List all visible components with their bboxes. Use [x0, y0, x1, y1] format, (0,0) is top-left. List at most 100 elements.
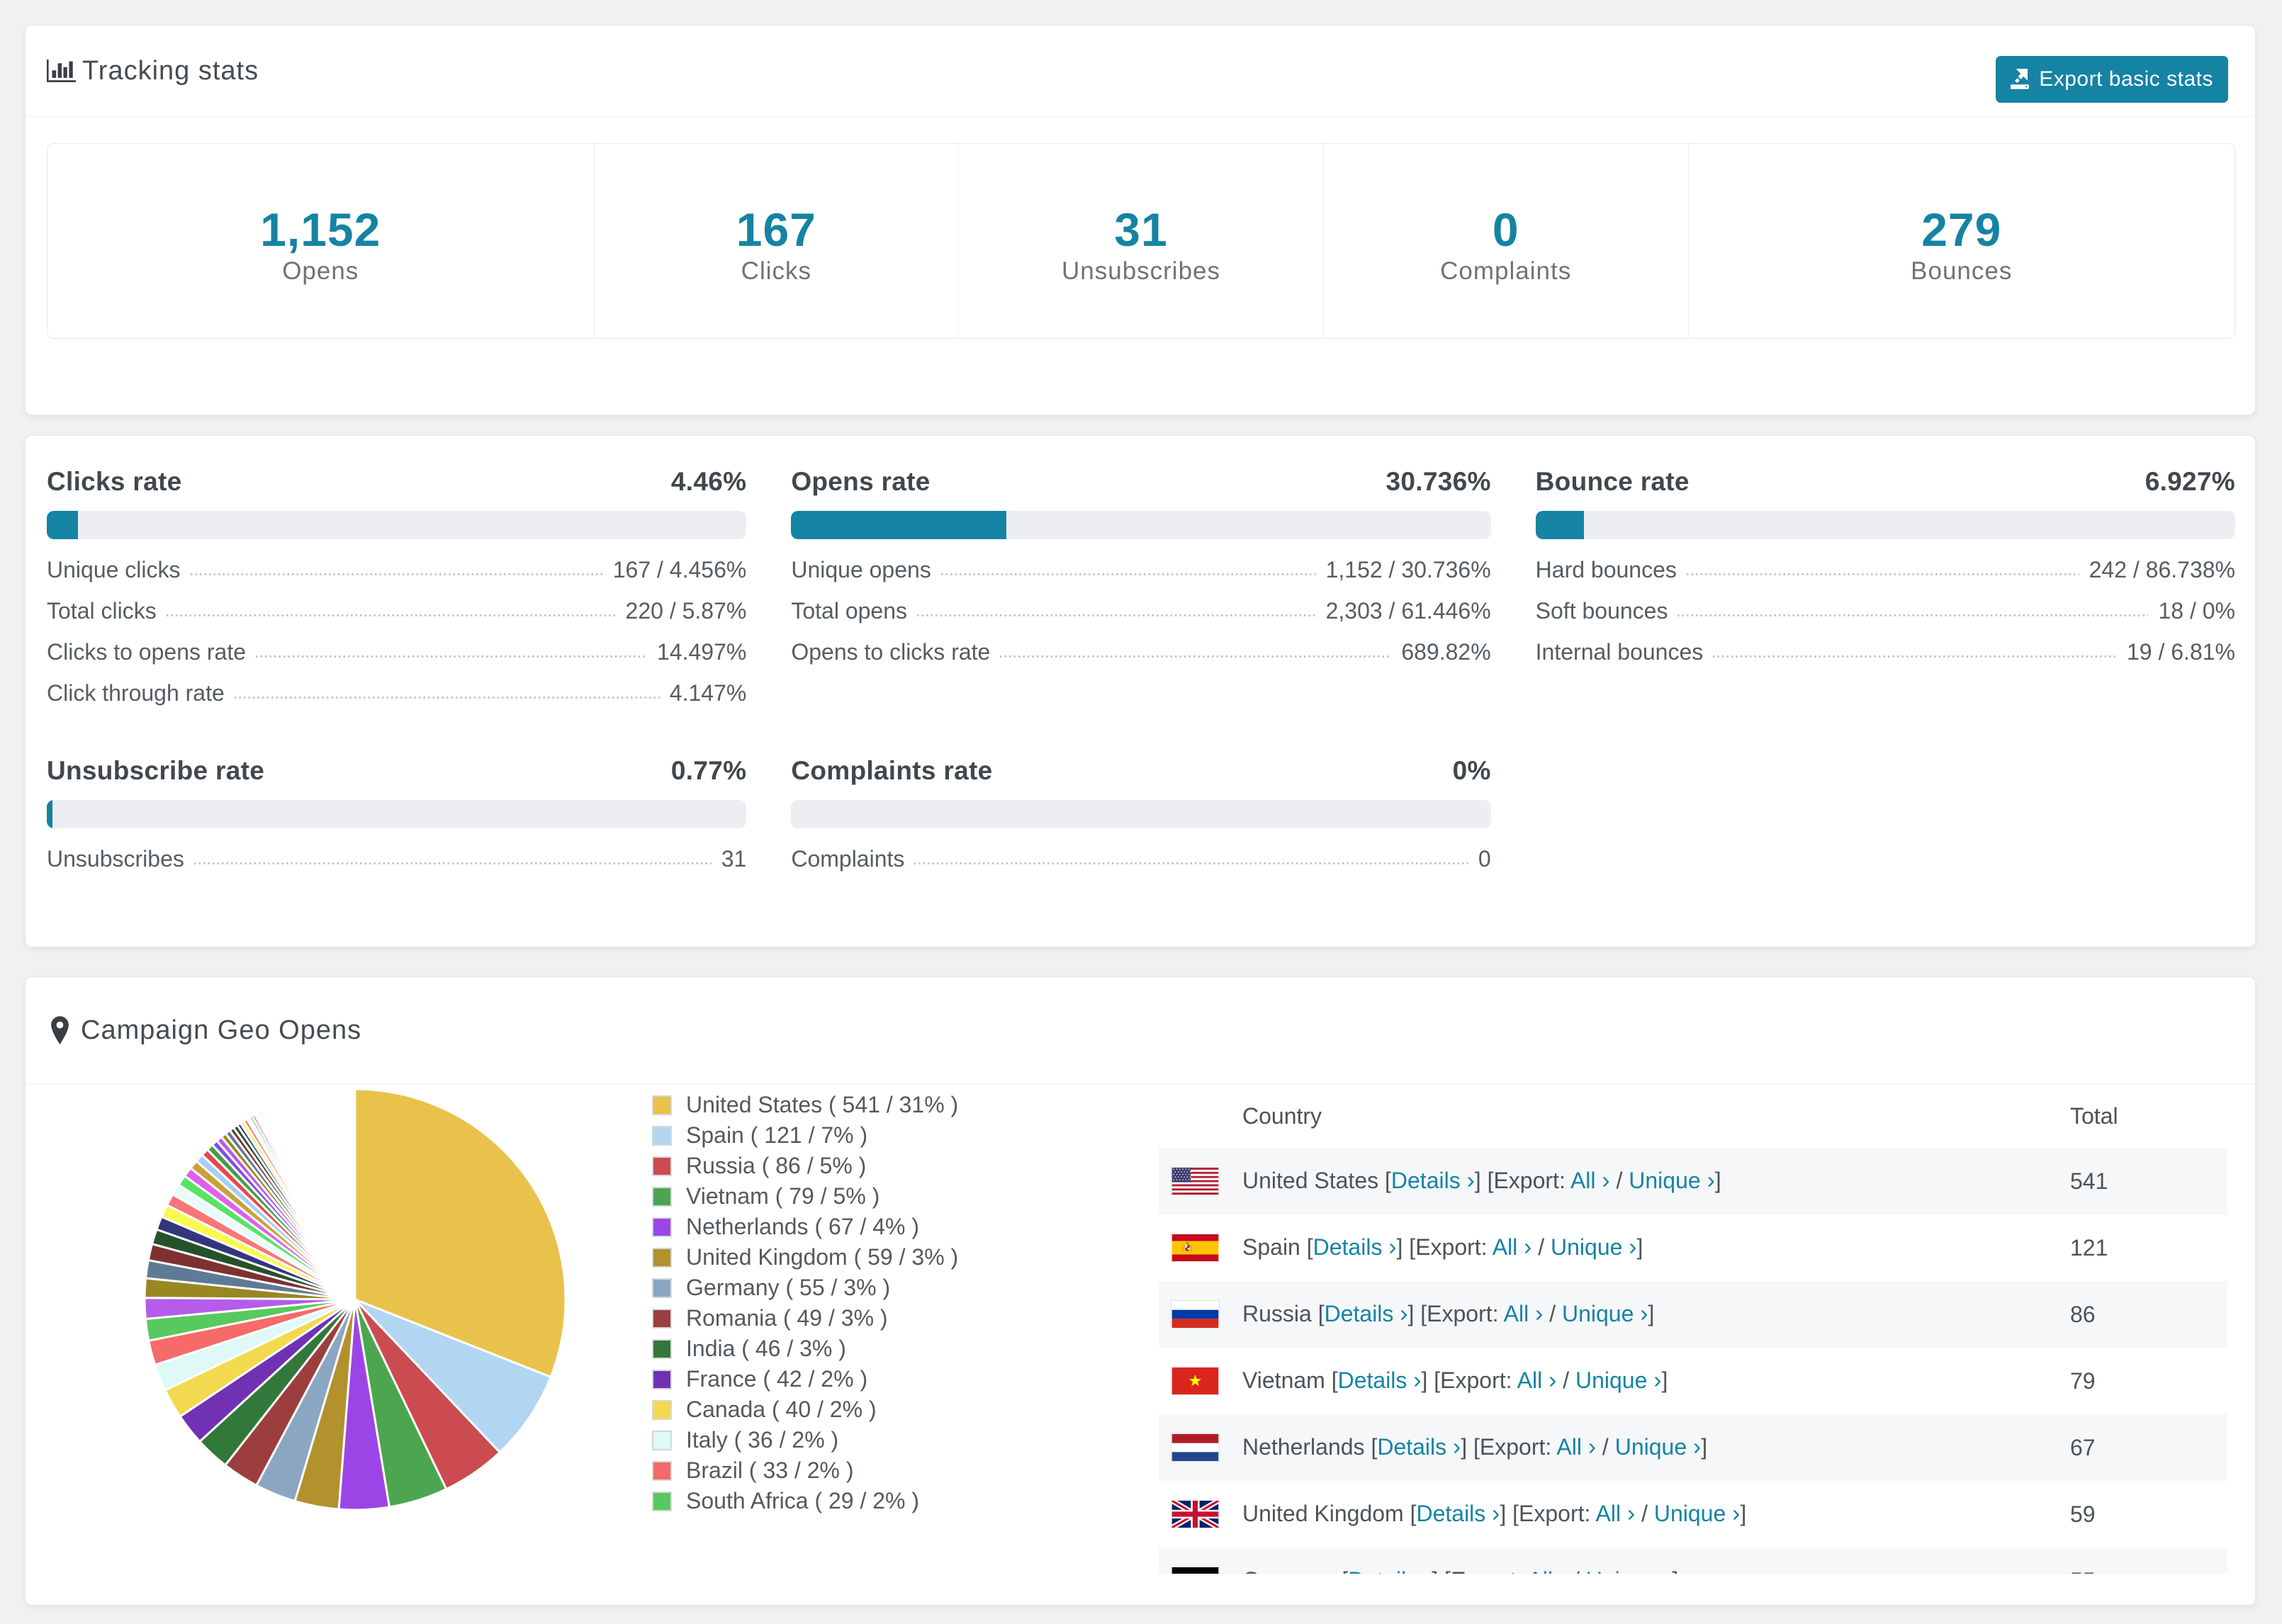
rate-title: Clicks rate: [47, 467, 182, 496]
rate-block-opens-rate: Opens rate 30.736% Unique opens 1,152 / 30.…: [791, 467, 1491, 721]
rate-row: Unique clicks 167 / 4.456%: [47, 557, 746, 598]
legend-label: Germany ( 55 / 3% ): [686, 1275, 891, 1300]
rate-title: Complaints rate: [791, 756, 993, 785]
dotted-leader: [914, 862, 1468, 864]
details-link[interactable]: Details ›: [1313, 1234, 1397, 1261]
chevron-right-icon: ›: [1548, 1368, 1557, 1394]
bracket-close: ]: [1661, 1368, 1668, 1393]
rate-row-label: Complaints: [791, 846, 905, 872]
dotted-leader: [166, 614, 616, 616]
geo-opens-header: Campaign Geo Opens: [26, 977, 2255, 1085]
details-link[interactable]: Details ›: [1416, 1501, 1500, 1527]
details-link[interactable]: Details ›: [1377, 1434, 1461, 1460]
rate-percent: 4.46%: [670, 467, 747, 496]
separator-slash: /: [1543, 1301, 1562, 1326]
rate-row-value: 0: [1478, 846, 1491, 872]
legend-swatch: [652, 1186, 672, 1207]
chevron-right-icon: ›: [1388, 1234, 1397, 1261]
stat-label: Opens: [282, 257, 359, 285]
legend-label: Brazil ( 33 / 2% ): [686, 1457, 854, 1483]
export-all-link[interactable]: All ›: [1596, 1501, 1636, 1527]
legend-swatch: [652, 1399, 672, 1420]
rate-percent: 0%: [1452, 756, 1491, 785]
export-all-link[interactable]: All ›: [1493, 1234, 1532, 1261]
country-flag-vn: [1159, 1348, 1231, 1414]
country-flag-nl: [1159, 1414, 1231, 1481]
country-name: Vietnam: [1242, 1368, 1332, 1393]
details-link[interactable]: Details ›: [1338, 1368, 1422, 1394]
details-link[interactable]: Details ›: [1325, 1301, 1408, 1327]
rate-row-value: 18 / 0%: [2158, 598, 2235, 624]
export-basic-stats-button[interactable]: Export basic stats: [1996, 55, 2228, 103]
bracket-open: [: [1371, 1434, 1378, 1460]
export-unique-link[interactable]: Unique ›: [1551, 1234, 1636, 1261]
rate-row-label: Total clicks: [47, 598, 157, 624]
geo-table-row-es: Spain [Details ›] [Export: All › / Uniqu…: [1159, 1214, 2227, 1281]
legend-label: Russia ( 86 / 5% ): [686, 1153, 867, 1178]
legend-swatch: [652, 1430, 672, 1450]
rate-title: Unsubscribe rate: [47, 756, 265, 785]
total-column-header: Total: [2070, 1103, 2118, 1129]
country-flag-es: [1159, 1214, 1231, 1281]
export-all-link[interactable]: All ›: [1556, 1434, 1596, 1460]
summary-stats-box: 1,152 Opens 167 Clicks 31 Unsubscribes 0 Compla…: [47, 143, 2235, 339]
chevron-right-icon: ›: [1535, 1301, 1544, 1327]
country-cell: Spain [Details ›] [Export: All › / Uniqu…: [1231, 1214, 2070, 1281]
export-unique-link[interactable]: Unique ›: [1654, 1501, 1740, 1527]
geo-table: Country Total United States [Details ›] …: [1159, 1085, 2227, 1574]
export-all-link[interactable]: All ›: [1570, 1168, 1610, 1194]
stat-value: 0: [1492, 203, 1519, 256]
geo-table-header-row: Country Total: [1159, 1085, 2227, 1148]
country-cell: Russia [Details ›] [Export: All › / Uniq…: [1231, 1281, 2070, 1348]
dotted-leader: [190, 573, 603, 575]
chevron-right-icon: ›: [1413, 1368, 1422, 1394]
rate-row: Unique opens 1,152 / 30.736%: [791, 557, 1490, 598]
chevron-right-icon: ›: [1559, 1567, 1567, 1574]
rate-percent: 6.927%: [2145, 467, 2235, 496]
rate-progress-fill: [47, 800, 52, 828]
export-unique-link[interactable]: Unique ›: [1615, 1434, 1701, 1460]
export-unique-link[interactable]: Unique ›: [1562, 1301, 1648, 1327]
export-all-link[interactable]: All ›: [1504, 1301, 1544, 1327]
dotted-leader: [1713, 655, 2117, 658]
export-all-link[interactable]: All ›: [1517, 1368, 1557, 1394]
tracking-stats-body: 1,152 Opens 167 Clicks 31 Unsubscribes 0 Compla…: [26, 117, 2255, 415]
legend-item: South Africa ( 29 / 2% ): [652, 1486, 958, 1516]
bracket-export-label: ] [Export:: [1461, 1434, 1557, 1460]
export-unique-link[interactable]: Unique ›: [1575, 1368, 1661, 1394]
rate-progress-track: [47, 800, 747, 828]
chevron-right-icon: ›: [1602, 1168, 1610, 1194]
export-unique-link[interactable]: Unique ›: [1629, 1168, 1715, 1194]
country-total: 121: [2070, 1234, 2108, 1261]
summary-stat-clicks: 167 Clicks: [593, 144, 959, 338]
dotted-leader: [1000, 655, 1392, 658]
rate-row-value: 1,152 / 30.736%: [1325, 557, 1491, 582]
legend-swatch: [652, 1247, 672, 1268]
chevron-right-icon: ›: [1626, 1501, 1636, 1527]
rate-block-complaints-rate: Complaints rate 0% Complaints 0: [791, 756, 1491, 887]
chevron-right-icon: ›: [1707, 1168, 1715, 1194]
chevron-right-icon: ›: [1664, 1567, 1672, 1574]
rate-percent: 0.77%: [670, 756, 747, 785]
stat-value: 31: [1114, 203, 1168, 256]
country-total: 86: [2070, 1301, 2096, 1327]
separator-slash: /: [1567, 1567, 1586, 1574]
rate-row: Clicks to opens rate 14.497%: [47, 639, 746, 680]
country-cell: Vietnam [Details ›] [Export: All › / Uni…: [1231, 1348, 2070, 1414]
export-all-link[interactable]: All ›: [1527, 1567, 1567, 1574]
country-cell: Germany [Details ›] [Export: All › / Uni…: [1231, 1547, 2070, 1574]
bracket-export-label: ] [Export:: [1432, 1567, 1527, 1574]
chevron-right-icon: ›: [1640, 1301, 1648, 1327]
map-marker-icon: [50, 1015, 69, 1047]
export-unique-link[interactable]: Unique ›: [1586, 1567, 1672, 1574]
rate-progress-track: [791, 800, 1491, 828]
details-link[interactable]: Details ›: [1391, 1168, 1475, 1194]
dotted-leader: [917, 614, 1316, 616]
details-link[interactable]: Details ›: [1348, 1567, 1432, 1574]
bracket-export-label: ] [Export:: [1407, 1301, 1504, 1326]
chevron-right-icon: ›: [1424, 1567, 1432, 1574]
legend-item: Russia ( 86 / 5% ): [652, 1151, 958, 1181]
rate-row-value: 14.497%: [657, 639, 747, 665]
geo-table-scroll[interactable]: Country Total United States [Details ›] …: [1159, 1085, 2227, 1574]
country-name: Netherlands: [1242, 1434, 1371, 1460]
